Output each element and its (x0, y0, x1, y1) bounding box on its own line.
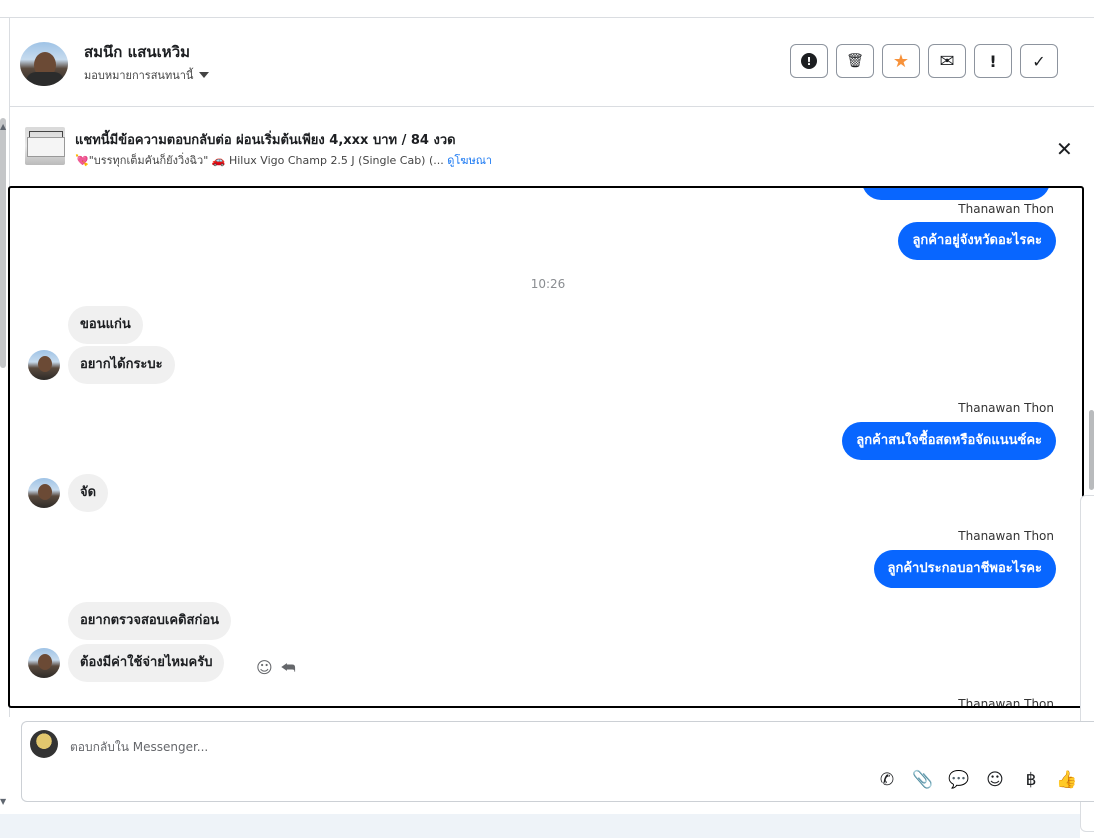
assign-label: มอบหมายการสนทนานี้ (84, 69, 194, 82)
message-bubble-incoming[interactable]: จัด (68, 474, 109, 512)
contact-avatar-small (28, 648, 60, 678)
bottom-strip (0, 814, 1080, 838)
right-scrollbar[interactable] (1089, 410, 1094, 490)
baht-icon[interactable]: ฿ (1020, 770, 1042, 790)
mark-done-button[interactable]: ✓ (1020, 44, 1058, 78)
header-actions: ! 🗑 ★ ✉ ! ✓ (790, 44, 1058, 78)
check-icon: ✓ (1032, 51, 1046, 71)
emoji-react-icon[interactable]: ☺ (256, 658, 273, 678)
paperclip-icon[interactable]: 📎 (912, 770, 934, 790)
mark-unread-button[interactable]: ✉ (928, 44, 966, 78)
envelope-icon: ✉ (939, 50, 955, 72)
message-bubble-incoming[interactable]: อยากตรวจสอบเคดิสก่อน (68, 602, 232, 640)
assign-conversation-dropdown[interactable]: มอบหมายการสนทนานี้ (84, 66, 210, 84)
reply-input[interactable]: ตอบกลับใน Messenger... (70, 738, 208, 757)
saved-reply-icon[interactable]: 💬 (948, 770, 970, 790)
message-sender: Thanawan Thon (958, 202, 1054, 216)
scroll-down-arrow-icon[interactable]: ▼ (0, 797, 6, 806)
message-bubble-incoming[interactable]: อยากได้กระบะ (68, 346, 175, 384)
ad-description: 💘"บรรทุกเต็มคันก็ยังวิ่งฉิว" 🚗 Hilux Vig… (75, 154, 444, 167)
message-bubble-outgoing-cut (862, 188, 1050, 200)
message-bubble-incoming[interactable]: ต้องมีค่าใช้จ่ายไหมครับ (68, 644, 225, 682)
message-bubble-outgoing[interactable]: ลูกค้าอยู่จังหวัดอะไรคะ (898, 222, 1056, 260)
ad-subtitle: 💘"บรรทุกเต็มคันก็ยังวิ่งฉิว" 🚗 Hilux Vig… (75, 151, 492, 169)
close-icon[interactable]: ✕ (1056, 137, 1073, 161)
left-scrollbar[interactable] (0, 118, 6, 368)
message-thread[interactable]: Thanawan Thon ลูกค้าอยู่จังหวัดอะไรคะ 10… (8, 186, 1084, 708)
message-hover-actions: ☺ ⮪ (256, 658, 296, 678)
trash-icon: 🗑 (846, 53, 864, 69)
message-timestamp: 10:26 (530, 277, 566, 291)
scroll-up-arrow-icon[interactable]: ▲ (0, 122, 6, 131)
star-icon: ★ (892, 50, 910, 72)
message-bubble-outgoing[interactable]: ลูกค้าประกอบอาชีพอะไรคะ (873, 550, 1056, 588)
chevron-down-icon (199, 72, 210, 78)
view-ad-link[interactable]: ดูโฆษณา (447, 154, 492, 167)
top-strip (0, 0, 1094, 18)
thumbs-up-icon[interactable]: 👍 (1056, 770, 1078, 790)
conversation-header: สมนึก แสนเหวิม มอบหมายการสนทนานี้ ! 🗑 ★ … (10, 18, 1094, 107)
message-sender: Thanawan Thon (958, 401, 1054, 415)
contact-name[interactable]: สมนึก แสนเหวิม (84, 40, 190, 64)
contact-avatar-small (28, 478, 60, 508)
composer-toolbar: ✆ 📎 💬 ☺ ฿ 👍 (876, 770, 1078, 790)
alert-circle-button[interactable]: ! (790, 44, 828, 78)
ad-context-banner: แชทนี้มีข้อความตอบกลับต่อ ผ่อนเริ่มต้นเพ… (10, 107, 1094, 185)
message-sender: Thanawan Thon (958, 529, 1054, 543)
spam-button[interactable]: ! (974, 44, 1012, 78)
reply-composer: ตอบกลับใน Messenger... ✆ 📎 💬 ☺ ฿ 👍 (21, 721, 1094, 802)
message-bubble-incoming[interactable]: ขอนแก่น (68, 306, 143, 344)
alert-circle-icon: ! (801, 53, 817, 69)
contact-avatar-small (28, 350, 60, 380)
ad-title: แชทนี้มีข้อความตอบกลับต่อ ผ่อนเริ่มต้นเพ… (75, 133, 456, 148)
message-bubble-outgoing[interactable]: ลูกค้าสนใจซื้อสดหรือจัดแนนซ์คะ (842, 422, 1056, 460)
page-avatar (30, 730, 58, 758)
emoji-icon[interactable]: ☺ (984, 770, 1006, 790)
star-button[interactable]: ★ (882, 44, 920, 78)
delete-button[interactable]: 🗑 (836, 44, 874, 78)
phone-plus-icon[interactable]: ✆ (876, 770, 898, 790)
reply-icon[interactable]: ⮪ (281, 658, 296, 678)
exclamation-icon: ! (989, 51, 997, 71)
ad-thumbnail[interactable] (25, 127, 65, 165)
message-sender: Thanawan Thon (958, 697, 1054, 708)
contact-avatar[interactable] (20, 42, 68, 86)
